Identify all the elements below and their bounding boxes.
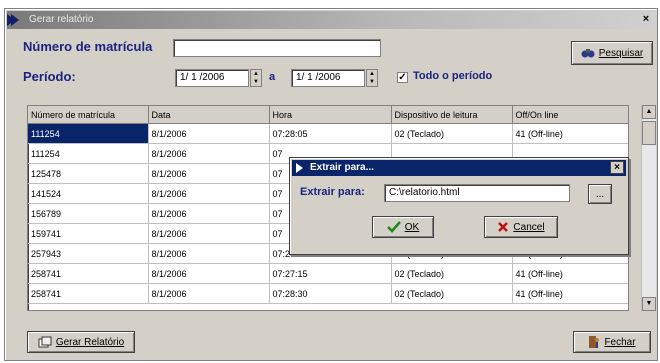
spin-up-icon[interactable]: ▲ [367,70,377,78]
table-cell[interactable]: 8/1/2006 [148,183,270,204]
table-row[interactable]: 258741 8/1/2006 07:27:15 02 (Teclado) 41 (Of… [28,263,628,284]
cancel-button[interactable]: Cancel [484,216,558,238]
scroll-down-icon[interactable]: ▼ [642,297,656,311]
table-cell[interactable]: 156789 [28,203,149,224]
ok-label: OK [404,221,420,233]
spin-down-icon[interactable]: ▼ [251,78,261,86]
dialog-close-button[interactable]: × [610,161,624,174]
fechar-button[interactable]: Fechar [573,331,651,353]
table-cell[interactable]: 41 (Off-line) [512,123,628,144]
matricula-input[interactable] [173,39,381,57]
table-row[interactable]: 111254 8/1/2006 07:28:05 02 (Teclado) 41 (Of… [28,123,628,144]
table-cell[interactable]: 07:28:30 [269,283,392,304]
table-cell[interactable]: 02 (Teclado) [391,123,513,144]
todo-periodo-label: Todo o período [413,70,493,82]
spin-up-icon[interactable]: ▲ [251,70,261,78]
cancel-label: Cancel [513,221,545,233]
table-cell[interactable]: 159741 [28,223,149,244]
table-cell[interactable]: 258741 [28,283,149,304]
gerar-relatorio-label: Gerar Relatório [55,336,125,348]
table-cell[interactable]: 125478 [28,163,149,184]
date-from-spinner[interactable]: ▲ ▼ [250,69,262,87]
table-cell[interactable]: 8/1/2006 [148,263,270,284]
table-cell[interactable]: 41 (Off-line) [512,263,628,284]
ok-button[interactable]: OK [372,216,434,238]
scroll-up-icon[interactable]: ▲ [642,105,656,119]
table-cell[interactable]: 8/1/2006 [148,223,270,244]
col-header[interactable]: Dispositivo de leitura [391,106,513,124]
table-cell[interactable]: 111254 [28,123,149,144]
door-exit-icon [589,336,600,348]
report-icon [38,336,52,348]
main-window: Gerar relatório × Número de matrícula Pe… [4,8,658,361]
binoculars-icon [581,49,595,58]
title-bar: Gerar relatório × [7,11,655,29]
extract-path-label: Extrair para: [300,186,365,198]
scroll-thumb[interactable] [642,121,656,145]
dialog-title-bar: Extrair para... × [292,160,626,176]
table-cell[interactable]: 8/1/2006 [148,243,270,264]
table-cell[interactable]: 141524 [28,183,149,204]
gerar-relatorio-button[interactable]: Gerar Relatório [27,331,135,353]
table-cell[interactable]: 111254 [28,143,149,164]
table-cell[interactable]: 8/1/2006 [148,123,270,144]
pesquisar-button[interactable]: Pesquisar [571,41,653,65]
spin-down-icon[interactable]: ▼ [367,78,377,86]
table-row[interactable]: 258741 8/1/2006 07:28:30 02 (Teclado) 41 (Of… [28,283,628,304]
browse-button[interactable]: ... [588,184,612,204]
col-header[interactable]: Off/On line [512,106,628,124]
checkmark-icon [386,221,401,233]
date-from-input[interactable]: 1/ 1 /2006 [175,69,249,87]
table-cell[interactable]: 41 (Off-line) [512,283,628,304]
extract-path-input[interactable]: C:\relatorio.html [384,184,570,202]
date-to-spinner[interactable]: ▲ ▼ [366,69,378,87]
pesquisar-label: Pesquisar [598,47,644,59]
col-header[interactable]: Hora [269,106,392,124]
app-arrow-icon [7,14,19,26]
table-cell[interactable]: 8/1/2006 [148,163,270,184]
dialog-title: Extrair para... [310,162,374,173]
window-close-button[interactable]: × [639,13,653,26]
date-to-input[interactable]: 1/ 1 /2006 [291,69,365,87]
grid-header-row: Número de matrícula Data Hora Dispositiv… [28,106,628,124]
date-separator: a [269,71,276,83]
browse-label: ... [595,188,605,200]
table-cell[interactable]: 8/1/2006 [148,143,270,164]
dialog-arrow-icon [296,163,303,173]
table-cell[interactable]: 258741 [28,263,149,284]
todo-periodo-checkbox[interactable]: ✓ [397,72,408,83]
grid-scrollbar[interactable]: ▲ ▼ [641,105,656,311]
fechar-label: Fechar [604,336,636,348]
window-title: Gerar relatório [29,14,94,25]
matricula-label: Número de matrícula [23,39,153,54]
x-cancel-icon [498,222,509,232]
table-cell[interactable]: 257943 [28,243,149,264]
extract-dialog: Extrair para... × Extrair para: C:\relat… [289,157,629,255]
table-cell[interactable]: 07:28:05 [269,123,392,144]
periodo-label: Período: [23,69,76,84]
table-cell[interactable]: 02 (Teclado) [391,283,513,304]
table-cell[interactable]: 07:27:15 [269,263,392,284]
table-cell[interactable]: 8/1/2006 [148,283,270,304]
col-header[interactable]: Data [148,106,270,124]
table-cell[interactable]: 02 (Teclado) [391,263,513,284]
col-header[interactable]: Número de matrícula [28,106,149,124]
table-cell[interactable]: 8/1/2006 [148,203,270,224]
